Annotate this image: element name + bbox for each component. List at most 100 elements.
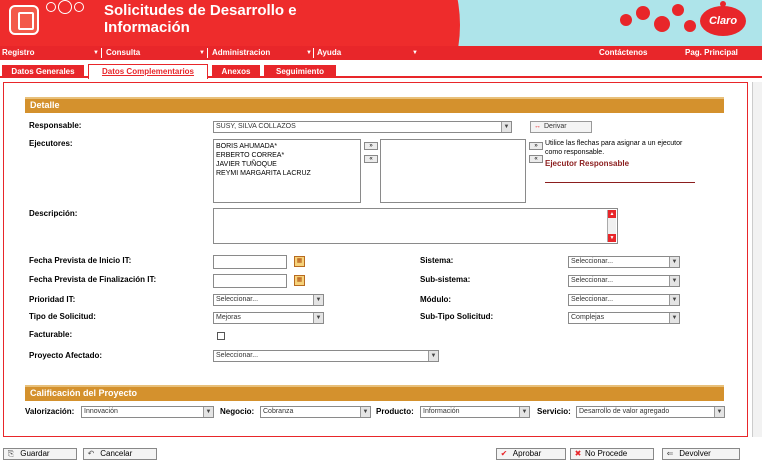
facturable-label: Facturable: — [29, 330, 73, 339]
document-logo-icon — [9, 5, 39, 35]
decor-dot — [654, 16, 670, 32]
menu-separator — [207, 48, 208, 58]
decor-dot — [620, 14, 632, 26]
sistema-value: Seleccionar... — [571, 258, 614, 265]
chevron-down-icon: ▼ — [519, 407, 529, 417]
menu-consulta[interactable]: Consulta — [104, 46, 140, 60]
ejecutor-responsable-line — [545, 182, 695, 183]
tipo-solicitud-select[interactable]: Mejoras ▼ — [213, 312, 324, 324]
responsable-value: SUSY, SILVA COLLAZOS — [216, 123, 296, 130]
subsistema-select[interactable]: Seleccionar... ▼ — [568, 275, 680, 287]
proyecto-afectado-label: Proyecto Afectado: — [29, 351, 103, 360]
chevron-down-icon: ▼ — [501, 122, 511, 132]
link-pag-principal[interactable]: Pag. Principal — [683, 46, 738, 60]
app-title: Solicitudes de Desarrollo e Información — [104, 2, 364, 36]
cancelar-button[interactable]: ↶ Cancelar — [83, 448, 157, 460]
link-contactenos[interactable]: Contáctenos — [597, 46, 647, 60]
menu-ayuda[interactable]: Ayuda — [315, 46, 341, 60]
bubble-icon — [74, 2, 84, 12]
tab-anexos[interactable]: Anexos — [212, 65, 260, 78]
derivar-label: Derivar — [544, 123, 567, 130]
dropdown-arrow-icon: ▼ — [93, 50, 99, 56]
menu-bar: Registro ▼ Consulta ▼ Administracion ▼ A… — [0, 46, 762, 60]
section-calificacion: Calificación del Proyecto — [25, 385, 724, 401]
dropdown-arrow-icon: ▼ — [199, 50, 205, 56]
menu-separator — [313, 48, 314, 58]
subsistema-value: Seleccionar... — [571, 277, 614, 284]
producto-select[interactable]: Información ▼ — [420, 406, 530, 418]
tab-seguimiento[interactable]: Seguimiento — [264, 65, 336, 78]
ejecutores-available-list[interactable]: BORIS AHUMADA* ERBERTO CORREA* JAVIER TU… — [213, 139, 361, 203]
dropdown-arrow-icon: ▼ — [412, 50, 418, 56]
list-item[interactable]: JAVIER TUÑOQUE — [216, 160, 358, 169]
ejecutores-assigned-list[interactable] — [380, 139, 526, 203]
fecha-fin-label: Fecha Prevista de Finalización IT: — [29, 275, 157, 284]
list-item[interactable]: ERBERTO CORREA* — [216, 151, 358, 160]
tab-datos-generales[interactable]: Datos Generales — [2, 65, 84, 78]
tipo-solicitud-value: Mejoras — [216, 314, 241, 321]
fecha-inicio-label: Fecha Prevista de Inicio IT: — [29, 256, 132, 265]
aprobar-button[interactable]: ✔ Aprobar — [496, 448, 566, 460]
fecha-inicio-input[interactable] — [213, 255, 287, 269]
devolver-label: Devolver — [679, 449, 711, 458]
chevron-down-icon: ▼ — [203, 407, 213, 417]
tab-datos-complementarios[interactable]: Datos Complementarios — [88, 64, 208, 79]
subtipo-solicitud-select[interactable]: Complejas ▼ — [568, 312, 680, 324]
scrollbar[interactable] — [752, 82, 762, 437]
scroll-down-icon[interactable]: ▼ — [608, 234, 616, 242]
servicio-value: Desarrollo de valor agregado — [579, 408, 670, 415]
menu-registro[interactable]: Registro — [0, 46, 34, 60]
valorizacion-select[interactable]: Innovación ▼ — [81, 406, 214, 418]
modulo-select[interactable]: Seleccionar... ▼ — [568, 294, 680, 306]
unset-responsable-button[interactable]: « — [529, 155, 543, 163]
producto-label: Producto: — [376, 407, 414, 416]
responsable-select[interactable]: SUSY, SILVA COLLAZOS ▼ — [213, 121, 512, 133]
textarea-scrollbar[interactable]: ▲ ▼ — [607, 210, 616, 242]
list-item[interactable]: REYMI MARGARITA LACRUZ — [216, 169, 358, 178]
proyecto-afectado-select[interactable]: Seleccionar... ▼ — [213, 350, 439, 362]
servicio-select[interactable]: Desarrollo de valor agregado ▼ — [576, 406, 725, 418]
negocio-label: Negocio: — [220, 407, 255, 416]
decor-dot — [684, 20, 696, 32]
no-procede-button[interactable]: ✖ No Procede — [570, 448, 654, 460]
prioridad-value: Seleccionar... — [216, 296, 259, 303]
move-left-button[interactable]: « — [364, 155, 378, 163]
descripcion-textarea[interactable]: ▲ ▼ — [213, 208, 618, 244]
sistema-label: Sistema: — [420, 256, 454, 265]
servicio-label: Servicio: — [537, 407, 571, 416]
chevron-down-icon: ▼ — [313, 295, 323, 305]
calendar-icon[interactable]: ▦ — [294, 275, 305, 286]
tab-bar: Datos Generales Datos Complementarios An… — [0, 60, 762, 79]
prioridad-select[interactable]: Seleccionar... ▼ — [213, 294, 324, 306]
devolver-button[interactable]: ⇐ Devolver — [662, 448, 740, 460]
fecha-fin-input[interactable] — [213, 274, 287, 288]
producto-value: Información — [423, 408, 460, 415]
chevron-down-icon: ▼ — [714, 407, 724, 417]
claro-logo: Claro — [700, 6, 746, 36]
derivar-button[interactable]: ↔ Derivar — [530, 121, 592, 133]
tipo-solicitud-label: Tipo de Solicitud: — [29, 312, 96, 321]
proyecto-afectado-value: Seleccionar... — [216, 352, 259, 359]
ejecutores-hint: Utilice las flechas para asignar a un ej… — [545, 140, 683, 156]
negocio-select[interactable]: Cobranza ▼ — [260, 406, 371, 418]
bubble-icon — [46, 2, 56, 12]
negocio-value: Cobranza — [263, 408, 294, 415]
modulo-value: Seleccionar... — [571, 296, 614, 303]
bubble-icon — [58, 0, 72, 14]
scroll-up-icon[interactable]: ▲ — [608, 210, 616, 218]
guardar-button[interactable]: ⎘ Guardar — [3, 448, 77, 460]
valorizacion-value: Innovación — [84, 408, 118, 415]
chevron-down-icon: ▼ — [669, 257, 679, 267]
list-item[interactable]: BORIS AHUMADA* — [216, 142, 358, 151]
chevron-down-icon: ▼ — [669, 276, 679, 286]
app-title-line2: Información — [104, 19, 190, 36]
arrows-icon: ↔ — [534, 123, 541, 130]
chevron-down-icon: ▼ — [428, 351, 438, 361]
move-right-button[interactable]: » — [364, 142, 378, 150]
facturable-checkbox[interactable] — [217, 332, 225, 340]
sistema-select[interactable]: Seleccionar... ▼ — [568, 256, 680, 268]
calendar-icon[interactable]: ▦ — [294, 256, 305, 267]
menu-administracion[interactable]: Administracion — [210, 46, 270, 60]
set-responsable-button[interactable]: » — [529, 142, 543, 150]
ejecutor-responsable-label: Ejecutor Responsable — [545, 159, 630, 168]
